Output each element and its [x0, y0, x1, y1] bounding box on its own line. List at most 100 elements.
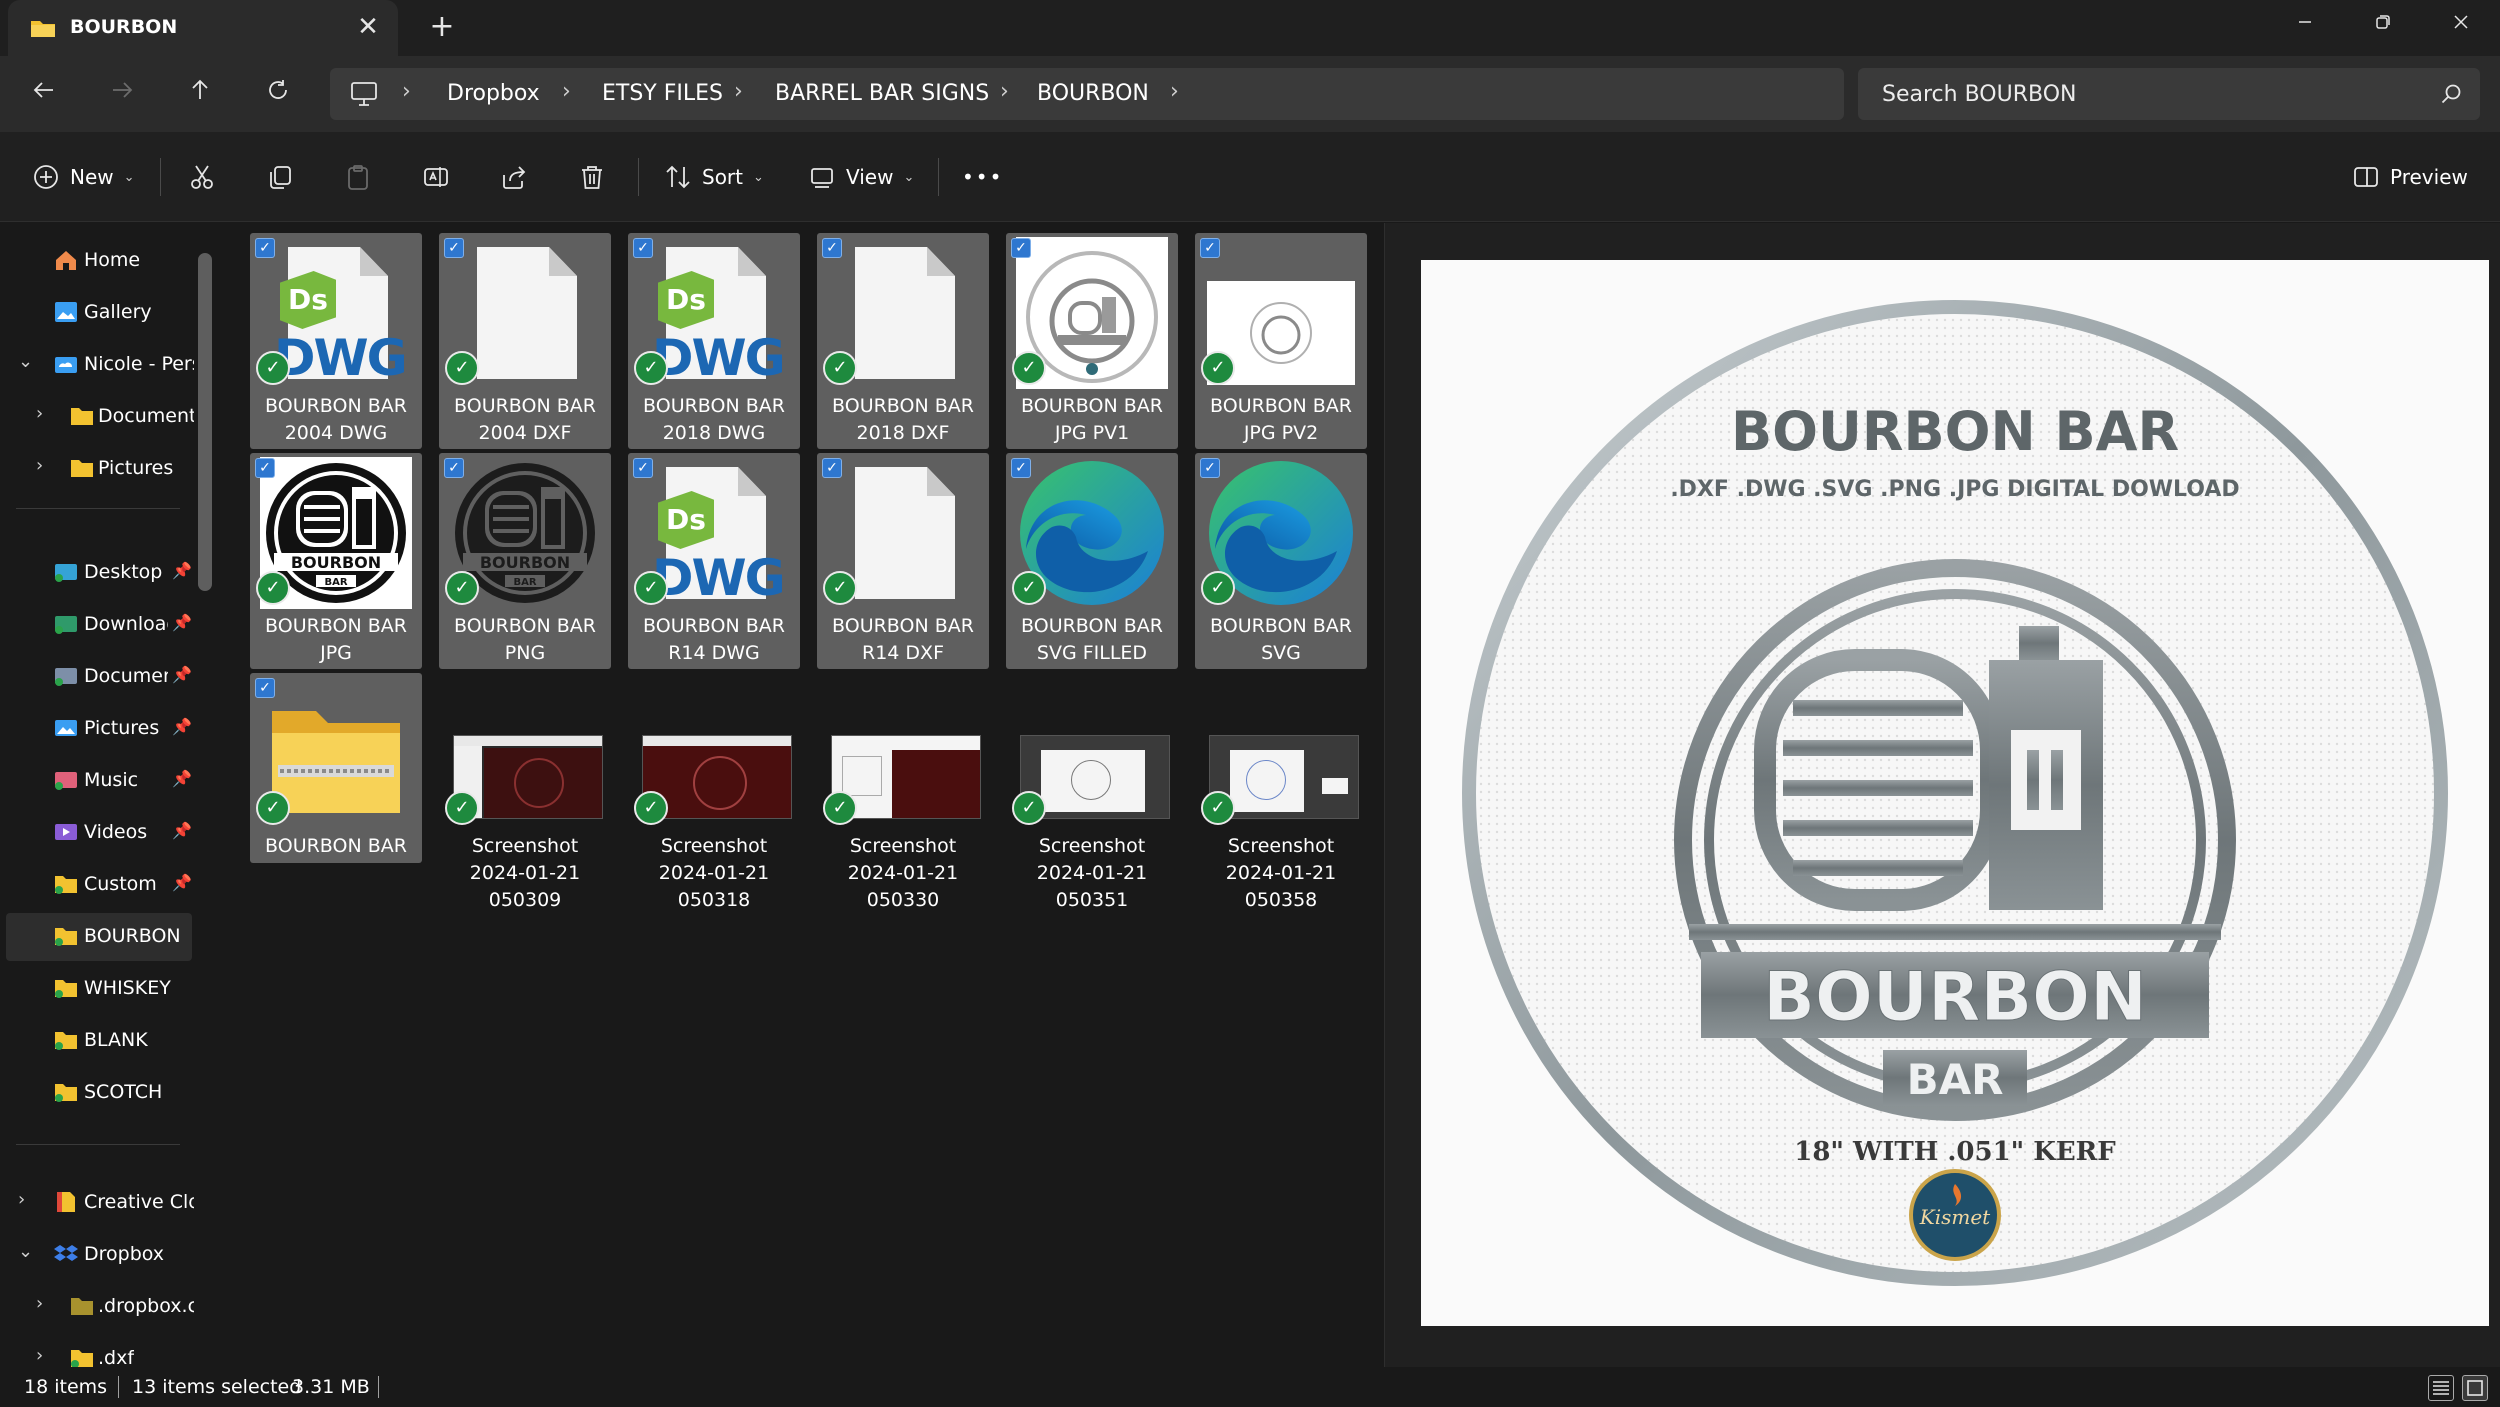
breadcrumb-etsy-files[interactable]: ETSY FILES	[602, 81, 723, 106]
tiles-view-button[interactable]	[2462, 1375, 2488, 1401]
forward-button[interactable]	[102, 74, 142, 114]
tab-close-button[interactable]: ✕	[352, 12, 384, 44]
sidebar-item-custom[interactable]: Custom 📌	[0, 861, 196, 909]
breadcrumb-barrel-bar-signs[interactable]: BARREL BAR SIGNS	[775, 81, 989, 106]
selection-checkbox[interactable]: ✓	[1011, 458, 1031, 478]
sidebar-item-blank[interactable]: BLANK	[0, 1017, 196, 1065]
file-item[interactable]: ✓ ✓ BOURBON BAR JPG PV1	[1006, 233, 1178, 449]
selection-checkbox[interactable]: ✓	[633, 238, 653, 258]
chevron-down-icon[interactable]: ⌄	[18, 351, 33, 372]
selection-checkbox[interactable]: ✓	[822, 238, 842, 258]
selection-checkbox[interactable]: ✓	[1011, 238, 1031, 258]
file-item[interactable]: ✓ Screenshot 2024-01-21 050358	[1195, 673, 1367, 911]
file-item[interactable]: ✓ Screenshot 2024-01-21 050318	[628, 673, 800, 911]
file-item[interactable]: Ds DWG ✓ ✓ BOURBON BAR 2018 DWG	[628, 233, 800, 449]
chevron-right-icon[interactable]: ›	[36, 403, 43, 424]
file-item[interactable]: Ds DWG ✓ ✓ BOURBON BAR 2004 DWG	[250, 233, 422, 449]
new-tab-button[interactable]: +	[424, 10, 460, 46]
sort-button[interactable]: Sort ⌄	[664, 154, 764, 200]
file-item[interactable]: ✓ ✓ BOURBON BAR 2018 DXF	[817, 233, 989, 449]
sidebar-item-label: Creative Cloud	[84, 1191, 194, 1213]
search-box[interactable]	[1858, 68, 2480, 120]
sidebar-item-pictures-sub[interactable]: › Pictures	[0, 445, 196, 493]
synced-check-icon: ✓	[1012, 791, 1046, 825]
selection-checkbox[interactable]: ✓	[1200, 458, 1220, 478]
sidebar-item-bourbon[interactable]: BOURBON	[6, 913, 192, 961]
view-button[interactable]: View ⌄	[808, 154, 914, 200]
file-item[interactable]: ✓ ✓ BOURBON BAR SVG	[1195, 453, 1367, 669]
rename-button[interactable]	[422, 154, 450, 200]
sidebar-item-nicole[interactable]: ⌄ Nicole - Pers	[0, 341, 196, 389]
scissors-icon	[191, 165, 213, 189]
refresh-button[interactable]	[258, 74, 298, 114]
copy-button[interactable]	[266, 154, 294, 200]
selection-checkbox[interactable]: ✓	[255, 238, 275, 258]
sidebar-item-pictures[interactable]: Pictures 📌	[0, 705, 196, 753]
sidebar-item-dropbox[interactable]: ⌄ Dropbox	[0, 1231, 196, 1279]
file-item[interactable]: ✓ ✓ BOURBON BAR R14 DXF	[817, 453, 989, 669]
selection-checkbox[interactable]: ✓	[822, 458, 842, 478]
selection-checkbox[interactable]: ✓	[633, 458, 653, 478]
home-icon	[56, 251, 76, 270]
file-item[interactable]: ✓ Screenshot 2024-01-21 050309	[439, 673, 611, 911]
breadcrumb-bourbon[interactable]: BOURBON	[1037, 81, 1149, 106]
up-button[interactable]	[180, 74, 220, 114]
new-button[interactable]: New ⌄	[32, 154, 135, 200]
back-button[interactable]	[24, 74, 64, 114]
chevron-down-icon[interactable]: ⌄	[18, 1241, 33, 1262]
selection-checkbox[interactable]: ✓	[444, 458, 464, 478]
share-button[interactable]	[500, 154, 528, 200]
file-item[interactable]: ✓ Screenshot 2024-01-21 050351	[1006, 673, 1178, 911]
file-item[interactable]: BOURBON BAR ✓ ✓ BOURBON BAR PNG	[439, 453, 611, 669]
sidebar-item-creative-cloud[interactable]: › Creative Cloud	[0, 1179, 196, 1227]
chevron-right-icon[interactable]: ›	[36, 1345, 43, 1366]
see-more-button[interactable]: •••	[962, 154, 1003, 200]
sidebar-item-documents[interactable]: Documents 📌	[0, 653, 196, 701]
file-item[interactable]: ✓ Screenshot 2024-01-21 050330	[817, 673, 989, 911]
delete-button[interactable]	[578, 154, 606, 200]
selection-checkbox[interactable]: ✓	[1200, 238, 1220, 258]
chevron-right-icon[interactable]: ›	[36, 455, 43, 476]
preview-pane-button[interactable]: Preview	[2352, 154, 2468, 200]
sidebar-item-dxf[interactable]: › .dxf	[0, 1335, 196, 1367]
sidebar-item-dropbox-cache[interactable]: › .dropbox.cache	[0, 1283, 196, 1331]
cut-button[interactable]	[188, 154, 216, 200]
toolbar-divider	[638, 158, 639, 196]
chevron-right-icon[interactable]: ›	[36, 1293, 43, 1314]
selection-checkbox[interactable]: ✓	[255, 678, 275, 698]
file-item[interactable]: ✓ ✓ BOURBON BAR SVG FILLED	[1006, 453, 1178, 669]
sidebar-item-scotch[interactable]: SCOTCH	[0, 1069, 196, 1117]
chevron-right-icon[interactable]: ›	[18, 1189, 25, 1210]
toolbar-divider	[160, 158, 161, 196]
sidebar-item-documents-sub[interactable]: › Documents	[0, 393, 196, 441]
selection-checkbox[interactable]: ✓	[255, 458, 275, 478]
close-window-button[interactable]	[2424, 4, 2498, 44]
details-view-button[interactable]	[2428, 1375, 2454, 1401]
synced-check-icon: ✓	[256, 791, 290, 825]
sidebar-item-videos[interactable]: Videos 📌	[0, 809, 196, 857]
sidebar-item-whiskey[interactable]: WHISKEY	[0, 965, 196, 1013]
minimize-button[interactable]	[2268, 4, 2342, 44]
address-bar[interactable]: › Dropbox › ETSY FILES › BARREL BAR SIGN…	[330, 68, 1844, 120]
file-item[interactable]: ✓ ✓ BOURBON BAR	[250, 673, 422, 863]
breadcrumb-dropbox[interactable]: Dropbox	[447, 81, 540, 106]
sidebar-item-gallery[interactable]: Gallery	[0, 289, 196, 337]
paste-button[interactable]	[344, 154, 372, 200]
sidebar-item-home[interactable]: Home	[0, 237, 196, 285]
sidebar-item-music[interactable]: Music 📌	[0, 757, 196, 805]
sidebar-item-downloads[interactable]: Downloads 📌	[0, 601, 196, 649]
selection-checkbox[interactable]: ✓	[444, 238, 464, 258]
search-input[interactable]	[1858, 68, 2418, 120]
sidebar-scrollbar[interactable]	[198, 253, 212, 591]
refresh-icon	[269, 80, 287, 99]
explorer-tab[interactable]: BOURBON ✕	[8, 0, 398, 56]
file-item[interactable]: Ds DWG ✓ ✓ BOURBON BAR R14 DWG	[628, 453, 800, 669]
selected-size: 3.31 MB	[292, 1376, 370, 1398]
file-item[interactable]: ✓ ✓ BOURBON BAR JPG PV2	[1195, 233, 1367, 449]
breadcrumb-expand[interactable]: ›	[1170, 79, 1179, 104]
restore-button[interactable]	[2346, 4, 2420, 44]
preview-image: BOURBON BAR .DXF .DWG .SVG .PNG .JPG DIG…	[1421, 260, 2489, 1326]
file-item[interactable]: BOURBON BAR ✓ ✓ BOURBON BAR JPG	[250, 453, 422, 669]
sidebar-item-desktop[interactable]: Desktop 📌	[0, 549, 196, 597]
file-item[interactable]: ✓ ✓ BOURBON BAR 2004 DXF	[439, 233, 611, 449]
